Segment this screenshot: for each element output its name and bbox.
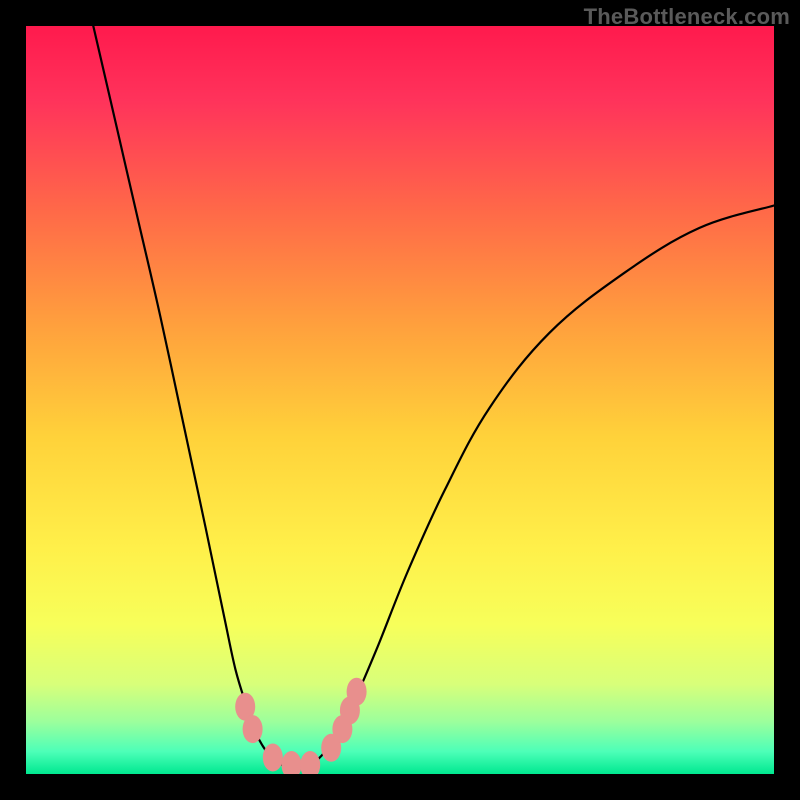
emphasis-markers [235,678,366,774]
emphasis-marker [347,678,367,706]
plot-area [26,26,774,774]
chart-frame: TheBottleneck.com [0,0,800,800]
bottleneck-curve-left [93,26,310,767]
emphasis-marker [282,751,302,774]
watermark-label: TheBottleneck.com [584,4,790,30]
emphasis-marker [243,715,263,743]
emphasis-marker [300,751,320,774]
emphasis-marker [263,744,283,772]
bottleneck-curve-right [310,206,774,767]
curve-layer [26,26,774,774]
